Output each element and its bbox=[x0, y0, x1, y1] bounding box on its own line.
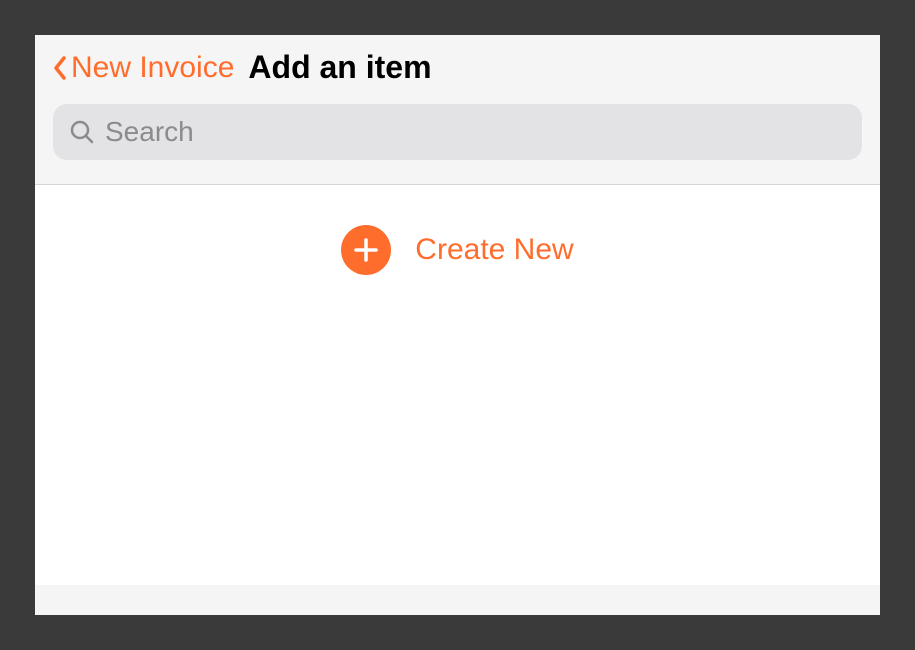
search-container bbox=[35, 86, 880, 184]
create-new-button[interactable]: Create New bbox=[35, 225, 880, 275]
search-input[interactable] bbox=[105, 116, 846, 148]
back-label: New Invoice bbox=[71, 51, 234, 85]
search-field[interactable] bbox=[53, 104, 862, 160]
chevron-left-icon bbox=[53, 56, 67, 80]
app-frame: New Invoice Add an item Crea bbox=[35, 35, 880, 615]
create-new-label: Create New bbox=[415, 233, 573, 267]
search-icon bbox=[69, 119, 95, 145]
page-title: Add an item bbox=[248, 49, 431, 86]
back-button[interactable]: New Invoice bbox=[53, 51, 234, 85]
header: New Invoice Add an item bbox=[35, 35, 880, 86]
nav-row: New Invoice Add an item bbox=[53, 49, 862, 86]
plus-icon bbox=[341, 225, 391, 275]
content-area: Create New bbox=[35, 185, 880, 585]
